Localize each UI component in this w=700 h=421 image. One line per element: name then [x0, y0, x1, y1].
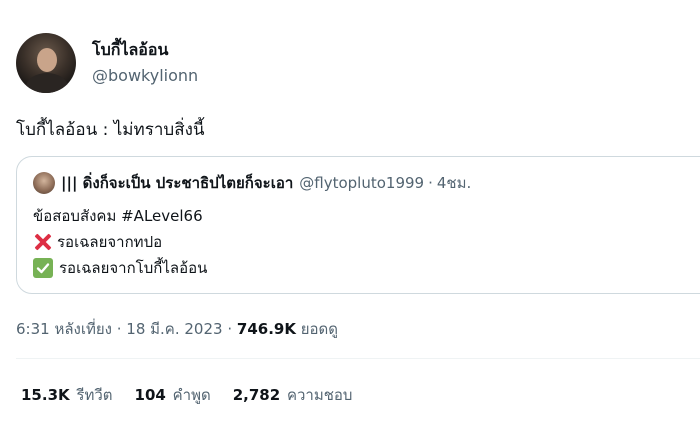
tweet-stats: 15.3K รีทวีต 104 คำพูด 2,782 ความชอบ [21, 383, 374, 407]
divider [16, 358, 700, 359]
likes-label: ความชอบ [286, 386, 353, 404]
quoted-tweet[interactable]: ||| ดิ่งก็จะเป็น ประชาธิปไตยก็จะเอา @fly… [16, 156, 700, 294]
quotes-count: 104 [134, 386, 166, 404]
quoted-author-avatar[interactable] [33, 172, 55, 194]
quoted-author-handle: @flytopluto1999 [299, 174, 425, 192]
retweets-count: 15.3K [21, 386, 70, 404]
quotes-stat[interactable]: 104 คำพูด [135, 383, 211, 407]
author-handle[interactable]: @bowkylionn [92, 65, 198, 87]
tweet-text: โบกี้ไลอ้อน : ไม่ทราบสิ่งนี้ [16, 120, 205, 140]
tweet-timestamp[interactable]: 6:31 หลังเที่ยง · 18 มี.ค. 2023 [16, 320, 223, 338]
quoted-line-2: รอเฉลยจากทปอ [33, 229, 207, 255]
views-label: ยอดดู [300, 320, 339, 338]
retweets-label: รีทวีต [76, 386, 113, 404]
author-names: โบกี้ไลอ้อน @bowkylionn [92, 39, 198, 87]
meta-separator: · [227, 320, 233, 338]
quoted-author-display-name: ||| ดิ่งก็จะเป็น ประชาธิปไตยก็จะเอา [61, 174, 294, 192]
retweets-stat[interactable]: 15.3K รีทวีต [21, 383, 113, 407]
tweet-meta: 6:31 หลังเที่ยง · 18 มี.ค. 2023 · 746.9K… [16, 317, 338, 341]
quoted-line-text: รอเฉลยจากโบกี้ไลอ้อน [59, 259, 208, 277]
quoted-line-1: ข้อสอบสังคม #ALevel66 [33, 203, 207, 229]
check-mark-icon [33, 258, 53, 278]
quotes-label: คำพูด [172, 386, 211, 404]
quoted-line-text: ข้อสอบสังคม #ALevel66 [33, 207, 203, 225]
quoted-tweet-header: ||| ดิ่งก็จะเป็น ประชาธิปไตยก็จะเอา @fly… [33, 171, 471, 195]
author-avatar[interactable] [16, 33, 76, 93]
likes-stat[interactable]: 2,782 ความชอบ [233, 383, 353, 407]
quoted-tweet-time[interactable]: 4ชม. [437, 171, 471, 195]
tweet-author: โบกี้ไลอ้อน @bowkylionn [16, 33, 198, 93]
cross-mark-icon [33, 232, 53, 252]
quoted-line-text: รอเฉลยจากทปอ [57, 233, 163, 251]
quoted-line-3: รอเฉลยจากโบกี้ไลอ้อน [33, 255, 207, 281]
author-display-name[interactable]: โบกี้ไลอ้อน [92, 39, 198, 65]
quoted-tweet-body: ข้อสอบสังคม #ALevel66 รอเฉลยจากทปอ รอเฉล… [33, 203, 207, 281]
quoted-separator: · [428, 174, 433, 192]
likes-count: 2,782 [232, 386, 281, 404]
views-count: 746.9K [236, 320, 296, 338]
